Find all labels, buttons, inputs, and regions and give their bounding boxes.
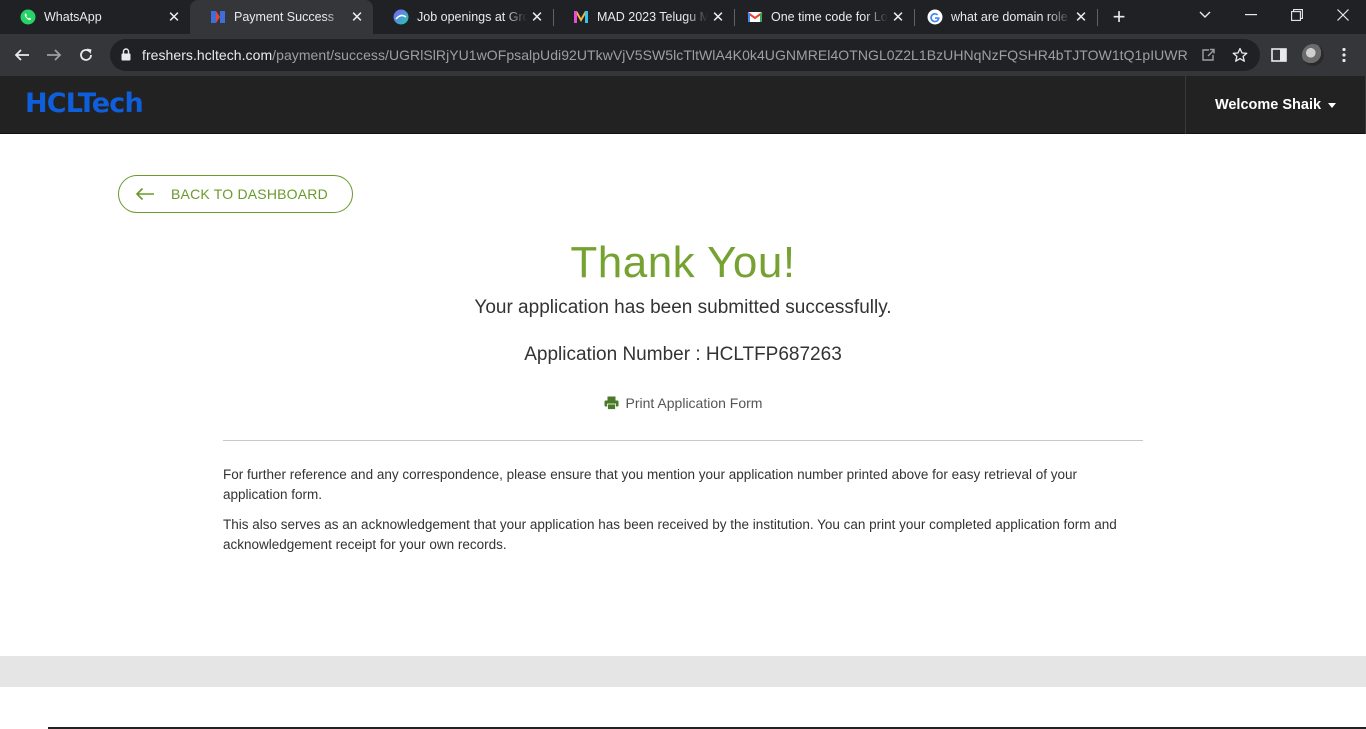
close-icon[interactable]: ✕ xyxy=(1071,7,1091,27)
tab-title: Payment Success xyxy=(234,10,335,24)
tab-mad-2023[interactable]: MAD 2023 Telugu Mo ✕ xyxy=(553,0,734,34)
bookmark-star-icon[interactable] xyxy=(1230,45,1250,65)
back-to-dashboard-button[interactable]: BACK TO DASHBOARD xyxy=(118,175,353,213)
reference-note: For further reference and any correspond… xyxy=(223,467,1077,502)
divider xyxy=(223,440,1143,441)
close-icon[interactable]: ✕ xyxy=(164,7,184,27)
tab-job-openings[interactable]: Job openings at Grow ✕ xyxy=(373,0,553,34)
google-icon xyxy=(927,9,943,25)
url-text[interactable]: freshers.hcltech.com/payment/success/UGR… xyxy=(142,47,1187,63)
tab-title: One time code for Lo xyxy=(771,10,888,24)
print-application-label: Print Application Form xyxy=(625,395,763,411)
tab-title: WhatsApp xyxy=(44,10,102,24)
back-arrow-icon[interactable] xyxy=(8,41,36,69)
growfin-icon xyxy=(393,9,409,25)
forward-arrow-icon[interactable] xyxy=(40,41,68,69)
close-icon[interactable]: ✕ xyxy=(347,7,367,27)
tab-whatsapp[interactable]: WhatsApp ✕ xyxy=(0,0,190,34)
tab-search-icon[interactable] xyxy=(1182,0,1228,30)
caret-down-icon xyxy=(1328,102,1337,108)
hcl-favicon-icon xyxy=(210,9,226,25)
arrow-left-icon xyxy=(135,187,155,201)
footer-band xyxy=(0,656,1366,687)
kebab-menu-icon[interactable] xyxy=(1333,44,1355,66)
mad-icon xyxy=(573,9,589,25)
close-icon[interactable]: ✕ xyxy=(527,7,547,27)
close-icon[interactable]: ✕ xyxy=(708,7,728,27)
tab-separator xyxy=(553,9,554,26)
tab-domain-roles[interactable]: what are domain role ✕ xyxy=(907,0,1097,34)
tab-payment-success[interactable]: Payment Success ✕ xyxy=(190,0,373,34)
window-close-icon[interactable] xyxy=(1320,0,1366,30)
welcome-label: Welcome Shaik xyxy=(1214,97,1322,113)
new-tab-button[interactable]: + xyxy=(1107,4,1131,29)
hcltech-logo[interactable]: HCLTech xyxy=(25,88,144,119)
share-icon[interactable] xyxy=(1198,45,1218,65)
thank-you-heading: Thank You! xyxy=(570,238,796,287)
whatsapp-icon xyxy=(20,9,36,25)
browser-toolbar: freshers.hcltech.com/payment/success/UGR… xyxy=(0,34,1366,76)
gmail-icon xyxy=(747,9,763,25)
printer-icon xyxy=(604,396,619,410)
tab-one-time-code[interactable]: One time code for Lo ✕ xyxy=(727,0,914,34)
url-path: /payment/success/UGRlSlRjYU1wOFpsalpUdi9… xyxy=(272,47,1187,63)
url-host: freshers.hcltech.com xyxy=(142,47,273,63)
side-panel-icon[interactable] xyxy=(1268,44,1290,66)
tab-title: Job openings at Grow xyxy=(417,10,527,24)
tab-title: MAD 2023 Telugu Mo xyxy=(597,10,708,24)
tab-separator xyxy=(1097,9,1098,26)
acknowledgement-note: This also serves as an acknowledgement t… xyxy=(223,517,1117,552)
tab-title: what are domain role xyxy=(951,10,1068,24)
close-icon[interactable]: ✕ xyxy=(888,7,908,27)
profile-avatar[interactable] xyxy=(1302,44,1324,66)
print-application-link[interactable]: Print Application Form xyxy=(0,395,1366,411)
restore-icon[interactable] xyxy=(1274,0,1320,30)
reload-icon[interactable] xyxy=(72,41,100,69)
user-menu[interactable]: Welcome Shaik xyxy=(1185,76,1366,134)
lock-icon[interactable] xyxy=(121,48,131,66)
minimize-icon[interactable] xyxy=(1228,0,1274,30)
tab-separator xyxy=(914,9,915,26)
back-to-dashboard-label: BACK TO DASHBOARD xyxy=(171,186,328,202)
site-header: HCLTech Welcome Shaik xyxy=(0,76,1366,134)
browser-tab-bar: WhatsApp ✕ Payment Success ✕ Job opening… xyxy=(0,0,1366,34)
application-number: Application Number : HCLTFP687263 xyxy=(524,344,842,365)
submitted-message: Your application has been submitted succ… xyxy=(474,297,892,318)
address-bar[interactable]: freshers.hcltech.com/payment/success/UGR… xyxy=(110,39,1260,71)
tab-separator xyxy=(734,9,735,26)
